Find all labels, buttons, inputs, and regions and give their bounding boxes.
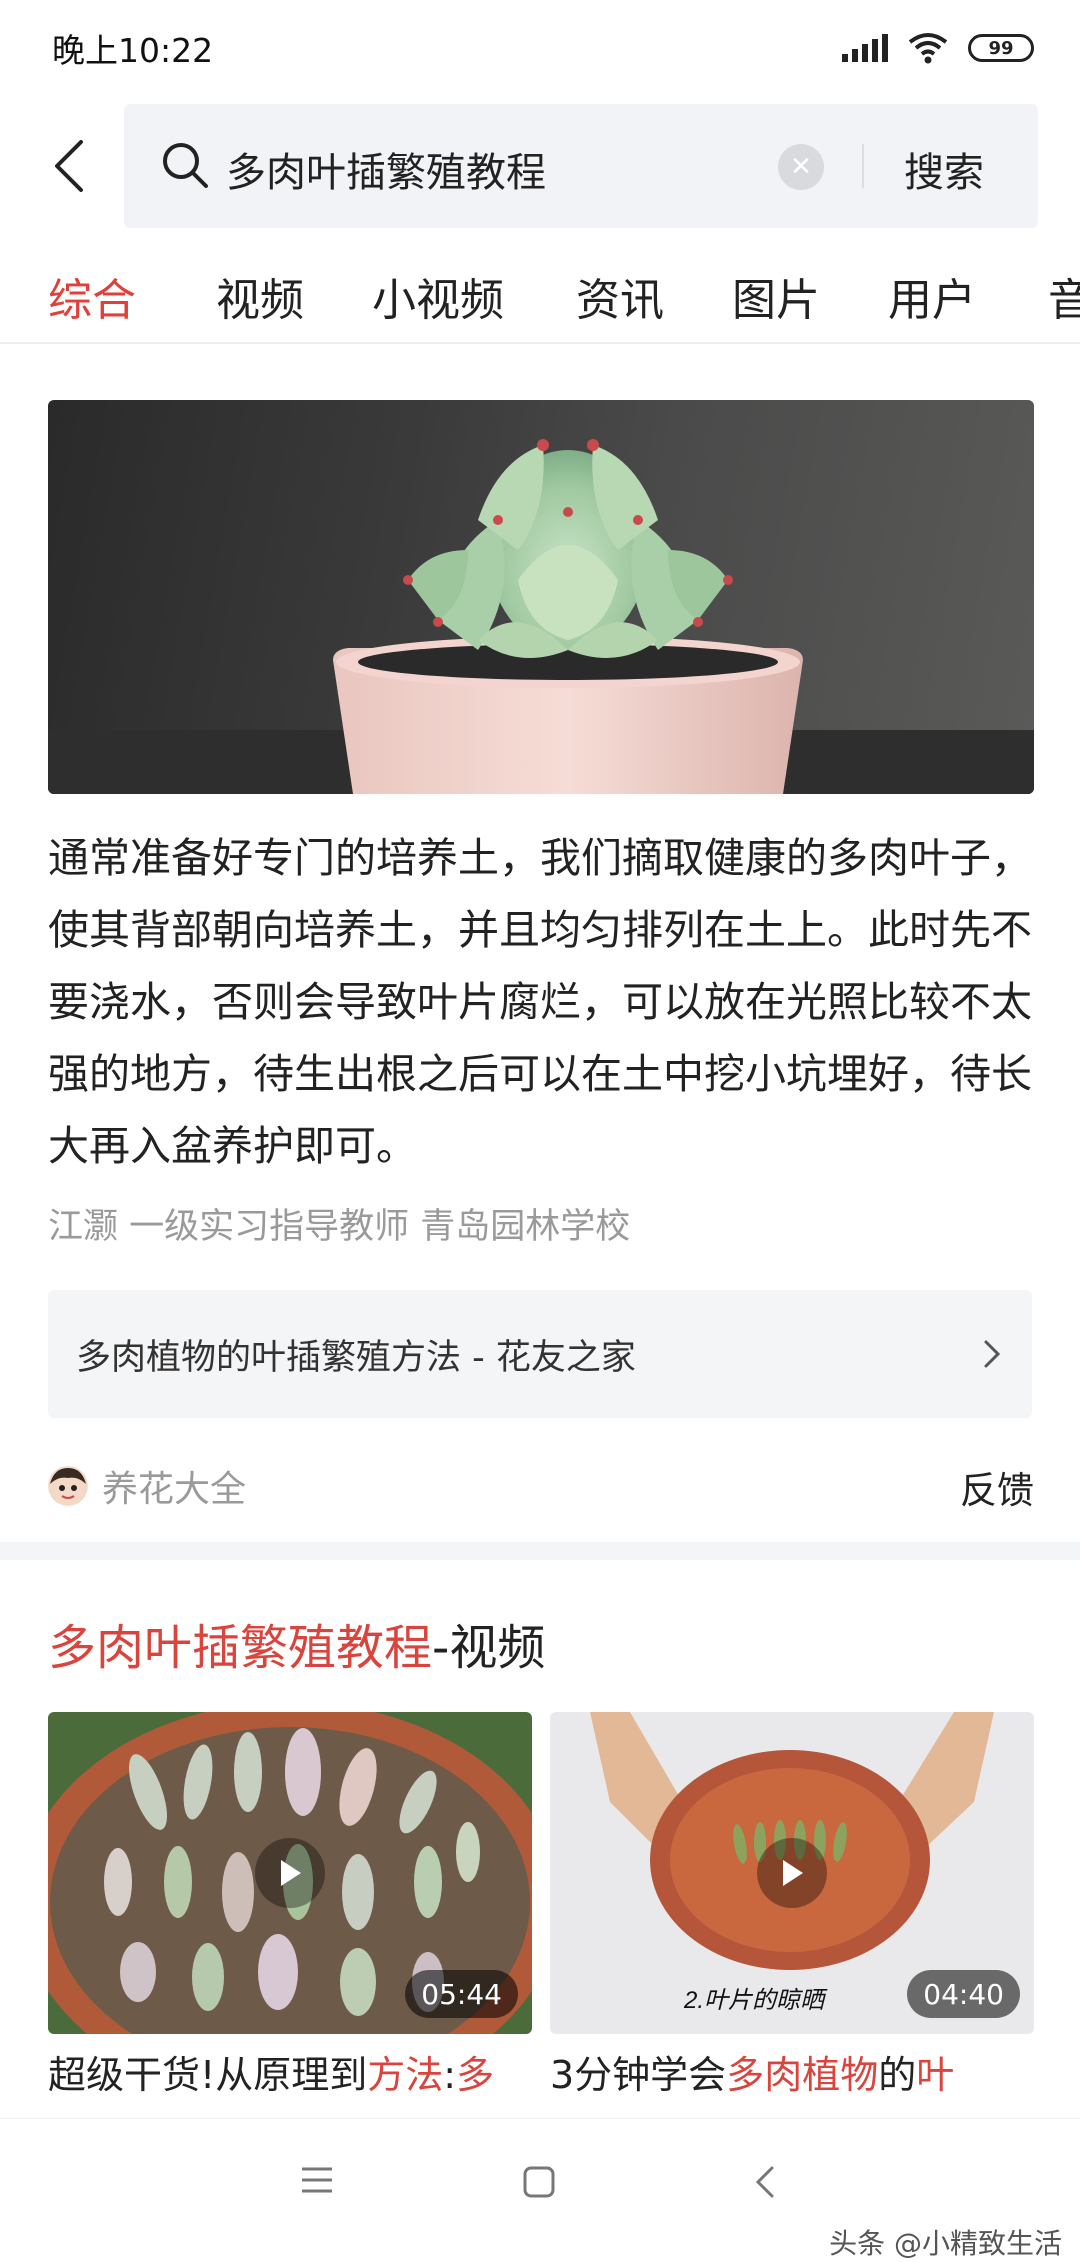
caption-part-highlight: 多肉植物 xyxy=(726,2053,879,2097)
result-author: 江灏 一级实习指导教师 青岛园林学校 xyxy=(48,1207,631,1247)
caption-part-highlight: 叶 xyxy=(916,2053,955,2097)
status-bar: 晚上10:22 99 xyxy=(0,0,1080,96)
video-duration: 05:44 xyxy=(405,1970,518,2018)
battery-icon: 99 xyxy=(968,34,1034,62)
succulent-illustration xyxy=(48,439,1034,794)
status-time: 晚上10:22 xyxy=(52,31,214,70)
home-button[interactable] xyxy=(522,2165,556,2203)
back-button[interactable] xyxy=(40,134,96,198)
video-section-title[interactable]: 多肉叶插繁殖教程-视频 xyxy=(48,1608,545,1678)
video-section-title-highlight: 多肉叶插繁殖教程 xyxy=(48,1620,433,1676)
search-divider xyxy=(862,144,864,188)
video-thumbnail-1[interactable]: 05:44 xyxy=(48,1712,532,2034)
watermark: 头条 @小精致生活 xyxy=(829,2227,1062,2260)
tab-video[interactable]: 视频 xyxy=(216,264,304,328)
close-icon: ✕ xyxy=(790,152,812,182)
search-header: 多肉叶插繁殖教程 ✕ 搜索 xyxy=(0,104,1080,228)
menu-icon xyxy=(302,2167,332,2193)
caption-part-highlight: 多 xyxy=(456,2053,495,2097)
chevron-right-icon xyxy=(984,1340,1001,1368)
tab-general[interactable]: 综合 xyxy=(48,264,136,328)
video-caption-1[interactable]: 超级干货!从原理到方法:多 xyxy=(48,2048,532,2102)
category-tabs: 综合 视频 小视频 资讯 图片 用户 音 xyxy=(0,260,1080,344)
home-square-icon xyxy=(523,2166,555,2198)
status-icons: 99 xyxy=(842,32,1034,64)
caption-part-highlight: 方法 xyxy=(367,2053,444,2097)
play-icon xyxy=(255,1838,325,1908)
result-image[interactable] xyxy=(48,400,1034,794)
video-caption-2[interactable]: 3分钟学会多肉植物的叶 xyxy=(550,2048,1034,2102)
nav-back-button[interactable] xyxy=(754,2165,776,2203)
tab-users[interactable]: 用户 xyxy=(888,264,976,328)
play-icon xyxy=(757,1838,827,1908)
video-thumbnail-2[interactable]: 2.叶片的晾晒 04:40 xyxy=(550,1712,1034,2034)
source-link[interactable]: 多肉植物的叶插繁殖方法 - 花友之家 xyxy=(48,1290,1032,1418)
chevron-left-icon xyxy=(755,2166,774,2198)
video-overlay-text: 2.叶片的晾晒 xyxy=(683,1987,828,2014)
section-divider xyxy=(0,1542,1080,1560)
feedback-button[interactable]: 反馈 xyxy=(960,1460,1034,1514)
source-site[interactable]: 养花大全 xyxy=(48,1460,246,1512)
battery-level: 99 xyxy=(988,37,1014,59)
tab-images[interactable]: 图片 xyxy=(732,264,820,328)
caption-part: 超级干货!从原理到 xyxy=(48,2053,368,2097)
clear-search-button[interactable]: ✕ xyxy=(778,144,824,190)
back-arrow-icon xyxy=(55,140,83,192)
tab-news[interactable]: 资讯 xyxy=(576,264,664,328)
search-box[interactable]: 多肉叶插繁殖教程 ✕ 搜索 xyxy=(124,104,1038,228)
wifi-icon xyxy=(908,33,948,64)
menu-button[interactable] xyxy=(300,2165,334,2199)
source-link-title: 多肉植物的叶插繁殖方法 - 花友之家 xyxy=(76,1337,636,1378)
search-icon xyxy=(163,143,208,188)
caption-part: : xyxy=(443,2053,457,2097)
tab-music[interactable]: 音 xyxy=(1048,264,1080,328)
result-answer-text[interactable]: 通常准备好专门的培养土，我们摘取健康的多肉叶子，使其背部朝向培养土，并且均匀排列… xyxy=(48,822,1038,1182)
source-avatar xyxy=(48,1466,88,1506)
search-button[interactable]: 搜索 xyxy=(904,140,984,198)
signal-icon xyxy=(842,34,888,62)
tab-short-video[interactable]: 小视频 xyxy=(372,264,504,328)
search-input[interactable]: 多肉叶插繁殖教程 xyxy=(226,140,546,198)
caption-part: 3分钟学会 xyxy=(550,2053,727,2097)
video-duration: 04:40 xyxy=(907,1970,1020,2018)
video-section-title-suffix: -视频 xyxy=(432,1620,546,1676)
caption-part: 的 xyxy=(878,2053,917,2097)
source-name: 养花大全 xyxy=(102,1469,247,1510)
